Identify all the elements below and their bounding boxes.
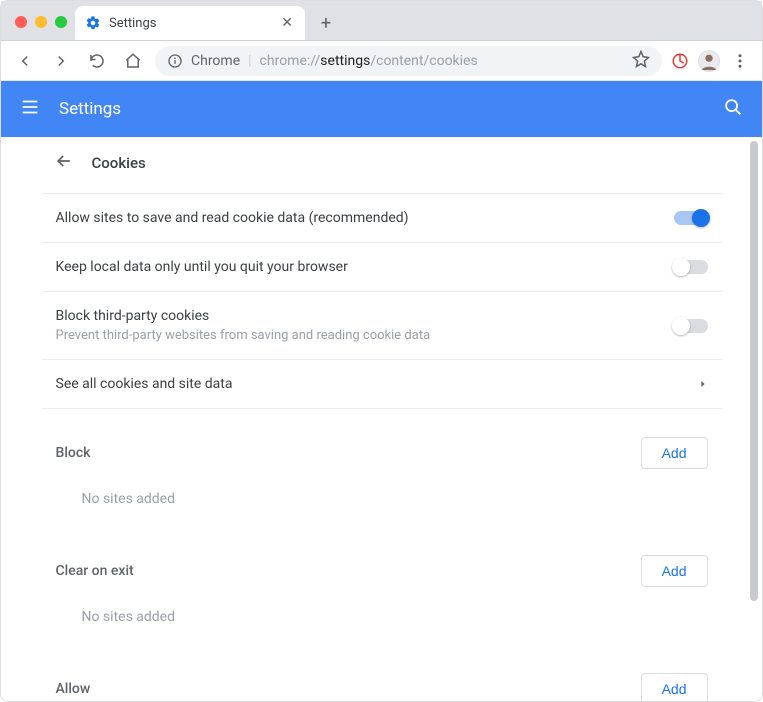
add-block-button[interactable]: Add <box>641 437 708 469</box>
forward-button[interactable] <box>47 47 75 75</box>
reload-button[interactable] <box>83 47 111 75</box>
profile-avatar[interactable] <box>698 50 720 72</box>
browser-menu-button[interactable] <box>728 52 752 70</box>
add-allow-button[interactable]: Add <box>641 673 708 701</box>
back-button[interactable] <box>11 47 39 75</box>
section-title: Block <box>56 445 641 461</box>
setting-row-block-third-party: Block third-party cookies Prevent third-… <box>42 291 722 359</box>
url-path: /content/cookies <box>370 53 477 69</box>
toggle-block-third-party[interactable] <box>674 319 708 333</box>
browser-toolbar: Chrome | chrome://settings/content/cooki… <box>1 41 762 81</box>
close-tab-icon[interactable]: ✕ <box>279 15 295 31</box>
search-icon[interactable] <box>722 96 744 123</box>
back-arrow-icon[interactable] <box>54 151 74 175</box>
new-tab-button[interactable]: + <box>311 8 341 38</box>
section-header-block: Block Add <box>42 409 722 481</box>
section-header-allow: Allow Add <box>42 645 722 701</box>
link-row-see-all-cookies[interactable]: See all cookies and site data <box>42 359 722 409</box>
scrollbar[interactable] <box>750 141 758 601</box>
site-info-icon[interactable] <box>167 53 183 69</box>
url-scheme: chrome:// <box>260 53 321 69</box>
setting-label: Allow sites to save and read cookie data… <box>56 210 662 226</box>
chevron-right-icon <box>698 379 708 389</box>
home-button[interactable] <box>119 47 147 75</box>
settings-header: Settings <box>1 81 762 137</box>
section-title: Allow <box>56 681 641 697</box>
setting-row-allow-cookies: Allow sites to save and read cookie data… <box>42 193 722 242</box>
url-prefix: Chrome <box>191 53 240 69</box>
section-header-clear-on-exit: Clear on exit Add <box>42 527 722 599</box>
toggle-allow-cookies[interactable] <box>674 211 708 225</box>
page-header: Cookies <box>42 137 722 193</box>
settings-title: Settings <box>59 99 121 119</box>
tab-strip: Settings ✕ + <box>1 1 762 41</box>
window-zoom-button[interactable] <box>55 16 67 28</box>
section-title: Clear on exit <box>56 563 641 579</box>
add-clear-on-exit-button[interactable]: Add <box>641 555 708 587</box>
setting-sublabel: Prevent third-party websites from saving… <box>56 328 662 343</box>
toggle-keep-until-quit[interactable] <box>674 260 708 274</box>
setting-label: Block third-party cookies <box>56 308 662 324</box>
link-label: See all cookies and site data <box>56 376 686 392</box>
browser-tab[interactable]: Settings ✕ <box>75 6 305 40</box>
window-minimize-button[interactable] <box>35 16 47 28</box>
address-bar[interactable]: Chrome | chrome://settings/content/cooki… <box>155 46 662 76</box>
empty-state-clear-on-exit: No sites added <box>42 599 722 645</box>
bookmark-star-icon[interactable] <box>632 50 650 72</box>
gear-icon <box>85 15 101 31</box>
extension-icon[interactable] <box>670 51 690 71</box>
setting-label: Keep local data only until you quit your… <box>56 259 662 275</box>
page-title: Cookies <box>92 154 146 172</box>
content-panel: Cookies Allow sites to save and read coo… <box>42 137 722 701</box>
menu-icon[interactable] <box>19 96 41 123</box>
window-controls <box>11 16 75 40</box>
window-close-button[interactable] <box>15 16 27 28</box>
tab-title: Settings <box>109 16 156 31</box>
url-host: settings <box>320 53 370 69</box>
setting-row-keep-until-quit: Keep local data only until you quit your… <box>42 242 722 291</box>
empty-state-block: No sites added <box>42 481 722 527</box>
